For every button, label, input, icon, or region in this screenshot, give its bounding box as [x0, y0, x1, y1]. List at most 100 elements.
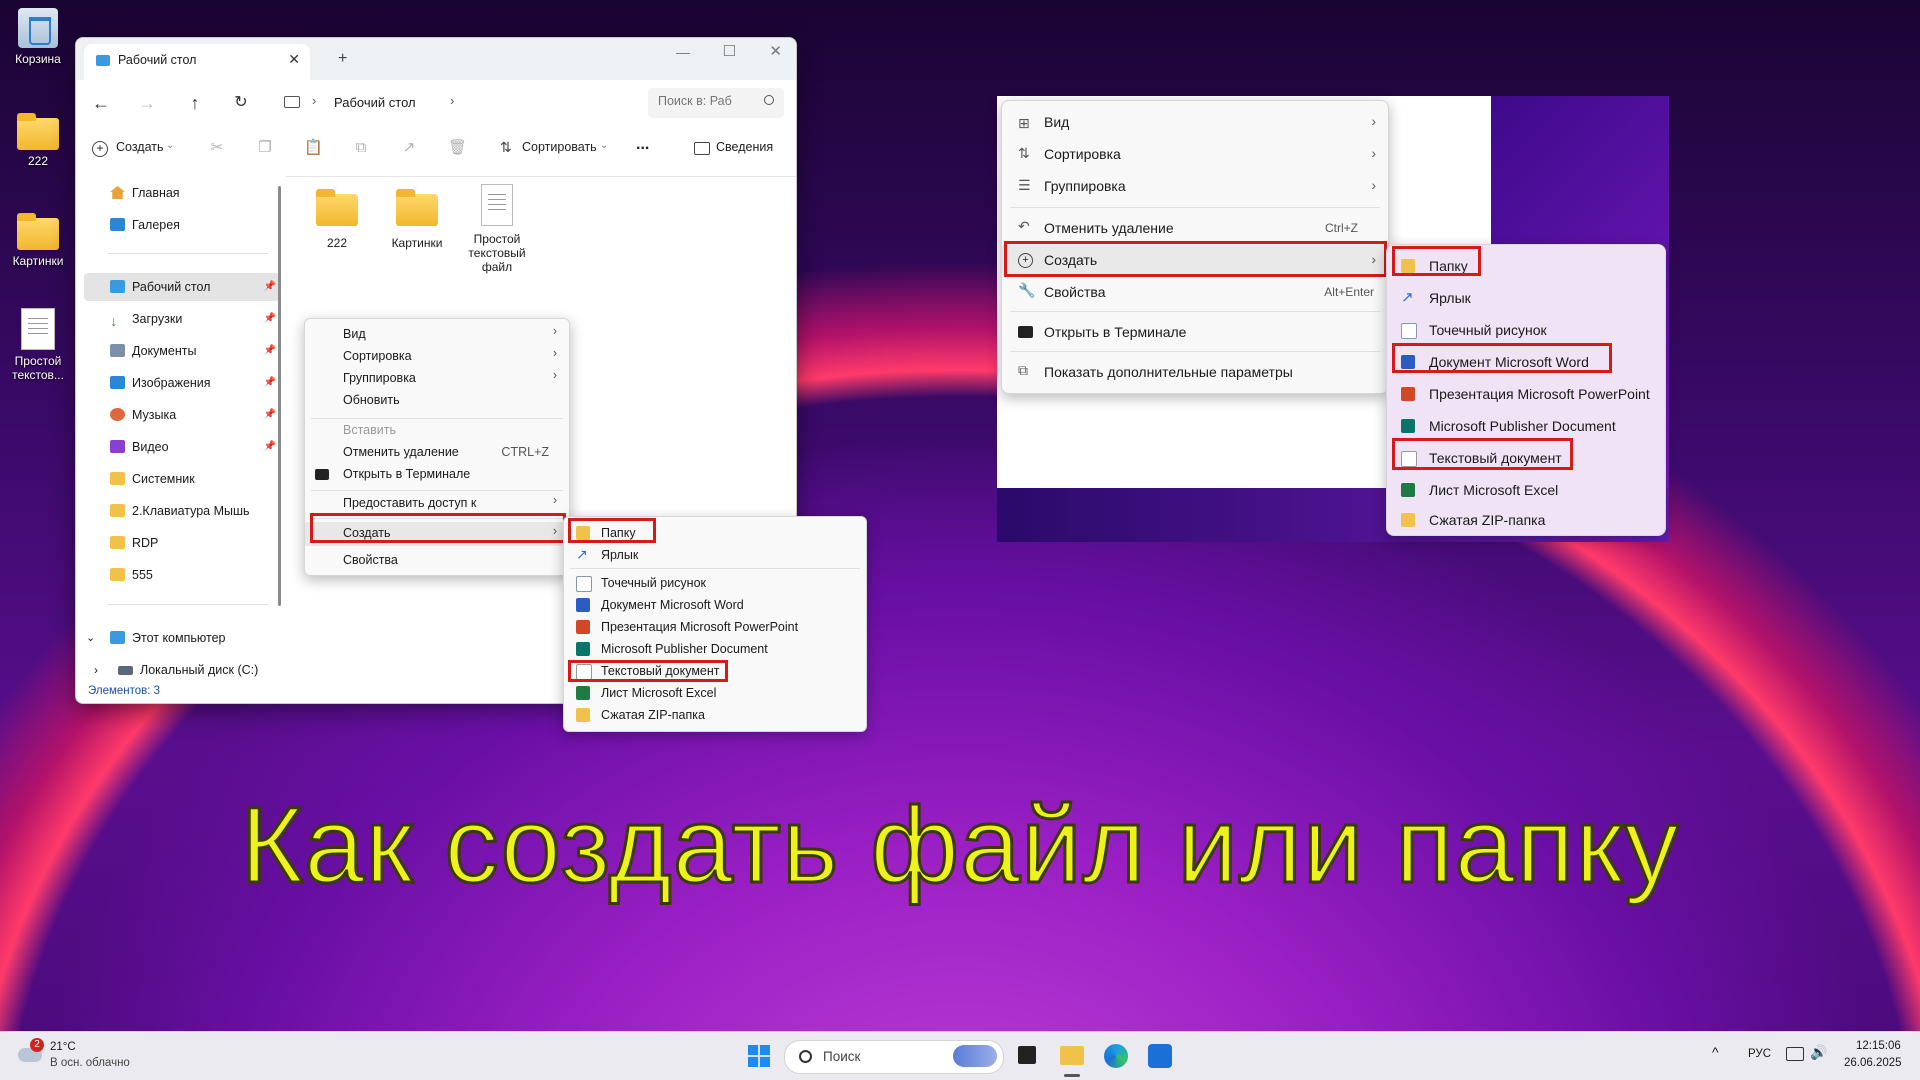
edge-browser-icon[interactable] [1104, 1044, 1128, 1068]
cut-icon[interactable]: ✂ [208, 139, 226, 157]
file-item-folder-pictures[interactable]: Картинки [384, 186, 450, 250]
submenu-item-bitmap[interactable]: Точечный рисунок [564, 572, 866, 594]
details-button[interactable]: Сведения [716, 140, 773, 154]
chevron-up-icon[interactable]: ^ [1712, 1044, 1719, 1060]
sidebar-item-desktop[interactable]: Рабочий стол 📌 [84, 273, 280, 301]
chevron-down-icon: ⌄ [86, 632, 96, 644]
input-language[interactable]: РУС [1748, 1048, 1771, 1060]
copy-icon[interactable]: ❐ [256, 139, 274, 157]
submenu-item-publisher[interactable]: Microsoft Publisher Document [1387, 411, 1665, 441]
menu-item-view[interactable]: Вид › [305, 324, 569, 346]
pin-icon[interactable]: 📌 [264, 433, 276, 461]
chevron-right-icon: › [94, 663, 98, 677]
sidebar-item-local-disk[interactable]: › Локальный диск (C:) [84, 656, 280, 684]
up-arrow-icon[interactable]: ↑ [184, 92, 206, 114]
share-icon[interactable]: ↗ [400, 139, 418, 157]
file-item-text-file[interactable]: Простой текстовый файл [460, 184, 534, 274]
search-box[interactable] [648, 88, 784, 118]
pin-icon[interactable]: 📌 [264, 401, 276, 429]
address-bar[interactable]: › Рабочий стол › [272, 88, 642, 118]
submenu-item-excel[interactable]: Лист Microsoft Excel [1387, 475, 1665, 505]
file-explorer-taskbar-icon[interactable] [1060, 1046, 1084, 1065]
desktop-icon-text-file[interactable]: Простой текстов... [6, 308, 70, 382]
sidebar-item-folder[interactable]: RDP [84, 529, 280, 557]
sidebar-scrollbar[interactable] [278, 186, 281, 606]
folder-icon [110, 536, 125, 549]
submenu-item-zip[interactable]: Сжатая ZIP-папка [1387, 507, 1665, 533]
menu-item-undo-delete[interactable]: ↶ Отменить удаление Ctrl+Z [1002, 213, 1388, 243]
desktop-icon-folder-pictures[interactable]: Картинки [6, 212, 70, 268]
sidebar-item-folder[interactable]: Системник [84, 465, 280, 493]
menu-item-group[interactable]: ☰ Группировка › [1002, 171, 1388, 201]
menu-item-group[interactable]: Группировка › [305, 368, 569, 390]
paste-icon[interactable]: 📋 [304, 139, 323, 157]
desktop-icon-recycle-bin[interactable]: Корзина [6, 8, 70, 66]
menu-item-undo-delete[interactable]: Отменить удаление CTRL+Z [305, 442, 569, 464]
pin-icon[interactable]: 📌 [264, 337, 276, 365]
sidebar-item-gallery[interactable]: Галерея [84, 211, 280, 239]
network-icon[interactable] [1786, 1047, 1804, 1061]
volume-icon[interactable]: 🔊 [1810, 1044, 1827, 1061]
back-arrow-icon[interactable]: ← [90, 92, 112, 114]
pin-icon[interactable]: 📌 [264, 369, 276, 397]
clock-date[interactable]: 26.06.2025 [1844, 1057, 1902, 1069]
sidebar-item-folder[interactable]: 555 [84, 561, 280, 589]
tab-desktop[interactable]: Рабочий стол ✕ [84, 44, 310, 80]
forward-arrow-icon[interactable]: → [136, 92, 158, 114]
pin-icon[interactable]: 📌 [264, 305, 276, 333]
menu-item-open-terminal[interactable]: Открыть в Терминале [1002, 317, 1388, 347]
maximize-icon[interactable]: ☐ [723, 42, 736, 60]
sidebar-item-home[interactable]: Главная [84, 179, 280, 207]
minimize-icon[interactable]: — [676, 44, 690, 60]
menu-item-sort[interactable]: ⇅ Сортировка › [1002, 139, 1388, 169]
submenu-item-word[interactable]: Документ Microsoft Word [564, 594, 866, 616]
submenu-item-powerpoint[interactable]: Презентация Microsoft PowerPoint [564, 616, 866, 638]
sidebar-item-downloads[interactable]: ↓ Загрузки 📌 [84, 305, 280, 333]
sidebar-item-music[interactable]: Музыка 📌 [84, 401, 280, 429]
menu-item-properties[interactable]: Свойства [305, 550, 569, 572]
sort-button[interactable]: Сортировать [522, 140, 597, 154]
menu-item-show-more-options[interactable]: ⧉ Показать дополнительные параметры [1002, 357, 1388, 387]
pin-icon[interactable]: 📌 [264, 273, 276, 301]
desktop-icon-folder-222[interactable]: 222 [6, 112, 70, 168]
create-button[interactable]: Создать [116, 140, 164, 154]
file-item-folder-222[interactable]: 222 [304, 186, 370, 250]
menu-item-sort[interactable]: Сортировка › [305, 346, 569, 368]
menu-item-open-terminal[interactable]: Открыть в Терминале [305, 464, 569, 486]
highlight-frame [1392, 343, 1612, 373]
delete-icon[interactable]: 🗑 [448, 139, 467, 157]
sidebar-item-folder[interactable]: 2.Клавиатура Мышь [84, 497, 280, 525]
sidebar-item-videos[interactable]: Видео 📌 [84, 433, 280, 461]
weather-widget[interactable]: 2 21°C В осн. облачно [14, 1038, 164, 1076]
sidebar-item-documents[interactable]: Документы 📌 [84, 337, 280, 365]
close-tab-icon[interactable]: ✕ [288, 51, 300, 68]
task-view-icon[interactable] [1018, 1046, 1036, 1064]
submenu-item-publisher[interactable]: Microsoft Publisher Document [564, 638, 866, 660]
submenu-item-bitmap[interactable]: Точечный рисунок [1387, 315, 1665, 345]
submenu-item-excel[interactable]: Лист Microsoft Excel [564, 682, 866, 704]
windows-start-icon[interactable] [748, 1045, 770, 1067]
menu-item-view[interactable]: ⊞ Вид › [1002, 107, 1388, 137]
close-window-icon[interactable]: ✕ [769, 42, 782, 60]
submenu-item-shortcut[interactable]: ↗ Ярлык [564, 544, 866, 566]
more-options-button[interactable]: ... [636, 136, 649, 154]
powerpoint-icon [1401, 387, 1415, 401]
submenu-item-shortcut[interactable]: ↗ Ярлык [1387, 283, 1665, 313]
rename-icon[interactable]: ⧉ [352, 139, 370, 157]
home-icon [110, 186, 125, 199]
menu-item-give-access[interactable]: Предоставить доступ к › [305, 493, 569, 515]
sidebar-item-pictures[interactable]: Изображения 📌 [84, 369, 280, 397]
headline-title: Как создать файл или папку [239, 783, 1680, 906]
store-icon[interactable] [1148, 1044, 1172, 1068]
refresh-icon[interactable]: ↻ [230, 92, 252, 114]
taskbar-search[interactable]: Поиск [784, 1040, 1004, 1074]
new-tab-icon[interactable]: + [338, 50, 347, 68]
menu-item-refresh[interactable]: Обновить [305, 390, 569, 412]
search-input[interactable] [656, 93, 748, 109]
breadcrumb[interactable]: Рабочий стол [334, 95, 416, 110]
submenu-item-powerpoint[interactable]: Презентация Microsoft PowerPoint [1387, 379, 1665, 409]
sidebar-item-this-pc[interactable]: ⌄ Этот компьютер [84, 624, 280, 652]
menu-item-properties[interactable]: 🔧 Свойства Alt+Enter [1002, 277, 1388, 307]
clock-time[interactable]: 12:15:06 [1856, 1040, 1901, 1052]
submenu-item-zip[interactable]: Сжатая ZIP-папка [564, 704, 866, 726]
